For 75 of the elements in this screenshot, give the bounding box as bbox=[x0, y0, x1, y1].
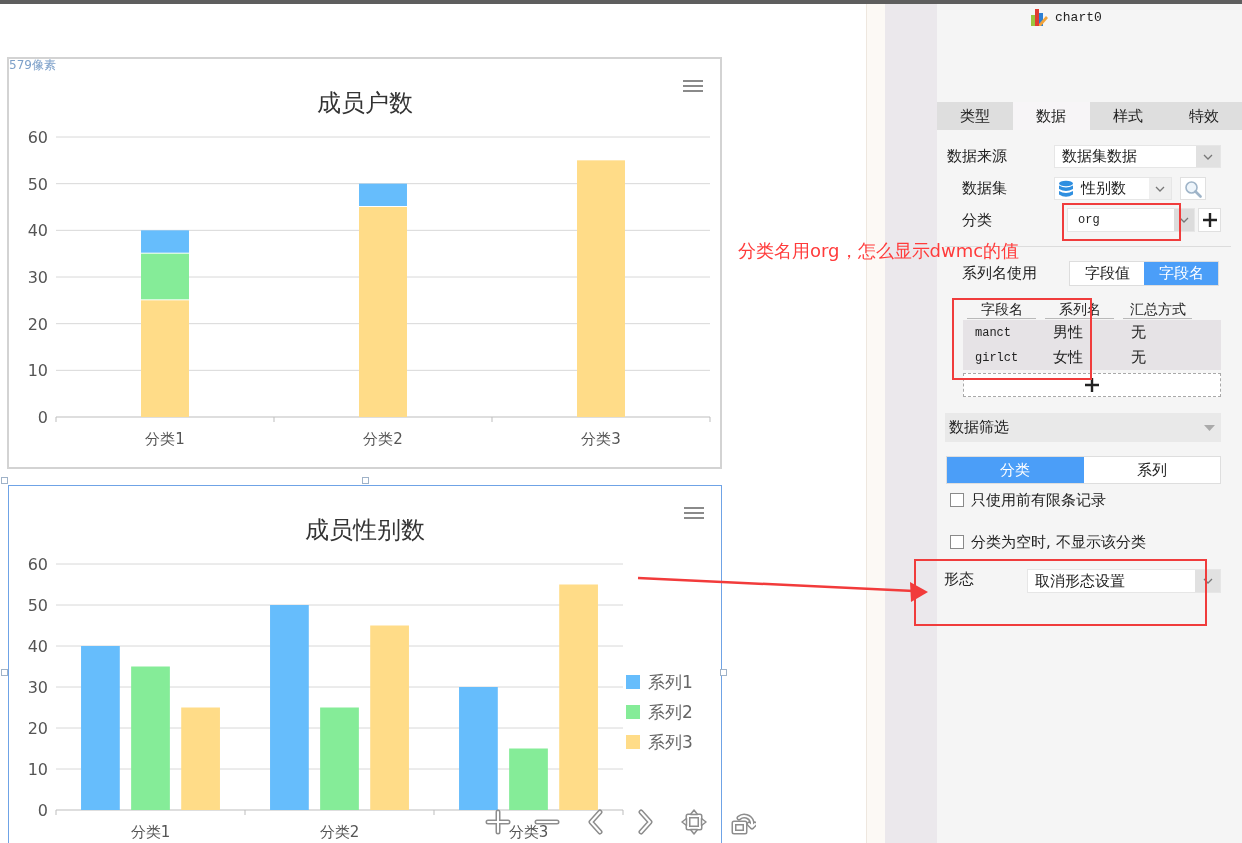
axis-label: 分类3 bbox=[581, 430, 621, 448]
chart-title: 成员性别数 bbox=[305, 516, 425, 544]
tab[interactable]: 样式 bbox=[1089, 102, 1166, 130]
resize-handle[interactable] bbox=[362, 477, 369, 484]
axis-label: 0 bbox=[37, 408, 48, 427]
menu-icon[interactable] bbox=[682, 80, 704, 92]
field-label: 数据集 bbox=[962, 179, 1008, 198]
checkbox[interactable] bbox=[950, 535, 964, 549]
axis-label: 10 bbox=[27, 361, 48, 381]
dataset-dropdown[interactable]: 性别数 bbox=[1054, 177, 1172, 200]
axis-label: 50 bbox=[27, 596, 48, 615]
axis-label: 30 bbox=[27, 268, 48, 287]
axis-label: 10 bbox=[27, 760, 48, 779]
legend-label: 系列2 bbox=[648, 702, 693, 722]
axis-label: 50 bbox=[27, 174, 48, 194]
axis-label: 分类2 bbox=[363, 430, 403, 448]
chevron-down-icon bbox=[1179, 217, 1189, 223]
axis-label: 分类3 bbox=[508, 823, 549, 841]
chevron-down-icon bbox=[1155, 185, 1165, 192]
tab[interactable]: 特效 bbox=[1165, 102, 1242, 130]
data-filter-header[interactable]: 数据筛选 bbox=[945, 413, 1221, 442]
axis-label: 分类2 bbox=[319, 823, 360, 841]
axis-label: 分类1 bbox=[130, 823, 171, 841]
axis-label: 30 bbox=[27, 678, 48, 697]
field-label: 系列名使用 bbox=[962, 264, 1038, 283]
chart-icon bbox=[1030, 8, 1048, 26]
add-field-button[interactable] bbox=[963, 373, 1221, 397]
bar bbox=[509, 748, 548, 810]
axis-label: 分类1 bbox=[145, 430, 185, 448]
axis-label: 60 bbox=[27, 555, 48, 574]
zoom-in-icon[interactable] bbox=[485, 809, 511, 835]
field-label: 分类 bbox=[962, 210, 993, 230]
menu-icon[interactable] bbox=[683, 507, 705, 519]
table-cell-text: 女性 bbox=[1052, 348, 1084, 367]
table-cell-text: manct bbox=[974, 325, 1012, 340]
plus-icon bbox=[1085, 378, 1099, 392]
resize-handle[interactable] bbox=[1, 477, 8, 484]
checkbox[interactable] bbox=[950, 493, 964, 507]
field-label: 数据来源 bbox=[947, 147, 1008, 166]
table-cell-text: 男性 bbox=[1052, 323, 1084, 342]
axis-label: 40 bbox=[27, 221, 48, 241]
category-combobox[interactable]: org bbox=[1067, 208, 1195, 232]
chart-panel[interactable]: 成员性别数 0 10 20 30 40 50 60 分类1 分类2 分类3 系列1 系列2 系列3 bbox=[8, 485, 722, 843]
axis-label: 40 bbox=[27, 637, 48, 656]
checkbox-label: 只使用前有限条记录 bbox=[971, 490, 1106, 510]
search-icon bbox=[1184, 179, 1202, 198]
column-header: 汇总方式 bbox=[1123, 300, 1192, 319]
axis-label: 0 bbox=[37, 801, 48, 820]
legend-label: 系列3 bbox=[648, 732, 693, 752]
data-source-dropdown[interactable]: 数据集数据 bbox=[1054, 145, 1221, 168]
axis-label: 20 bbox=[27, 314, 48, 334]
chevron-down-icon bbox=[1202, 578, 1213, 584]
tab[interactable]: 类型 bbox=[937, 102, 1014, 130]
fit-screen-icon[interactable] bbox=[681, 809, 707, 835]
checkbox-label: 分类为空时, 不显示该分类 bbox=[971, 532, 1146, 552]
chevron-down-icon bbox=[1203, 153, 1213, 160]
search-button[interactable] bbox=[1180, 177, 1206, 200]
plus-icon bbox=[1202, 213, 1217, 227]
resize-handle[interactable] bbox=[1, 669, 8, 676]
axis-label: 60 bbox=[27, 128, 48, 147]
field-label: 形态 bbox=[944, 569, 975, 589]
chart-title: 成员户数 bbox=[316, 89, 413, 117]
table-cell-text: 无 bbox=[1129, 323, 1147, 342]
add-button[interactable] bbox=[1198, 208, 1221, 232]
column-header: 字段名 bbox=[967, 300, 1036, 319]
form-dropdown[interactable]: 取消形态设置 bbox=[1027, 569, 1221, 593]
resize-handle[interactable] bbox=[720, 669, 727, 676]
table-cell-text: 无 bbox=[1129, 348, 1147, 367]
axis-label: 20 bbox=[27, 719, 48, 738]
legend-label: 系列1 bbox=[648, 672, 693, 692]
panel-title: chart0 bbox=[1055, 9, 1102, 25]
size-label: 579像素 bbox=[9, 58, 56, 72]
table-cell-text: girlct bbox=[974, 350, 1020, 365]
database-icon bbox=[1058, 179, 1074, 198]
annotation-text: 分类名用org，怎么显示dwmc的值 bbox=[738, 241, 1020, 261]
